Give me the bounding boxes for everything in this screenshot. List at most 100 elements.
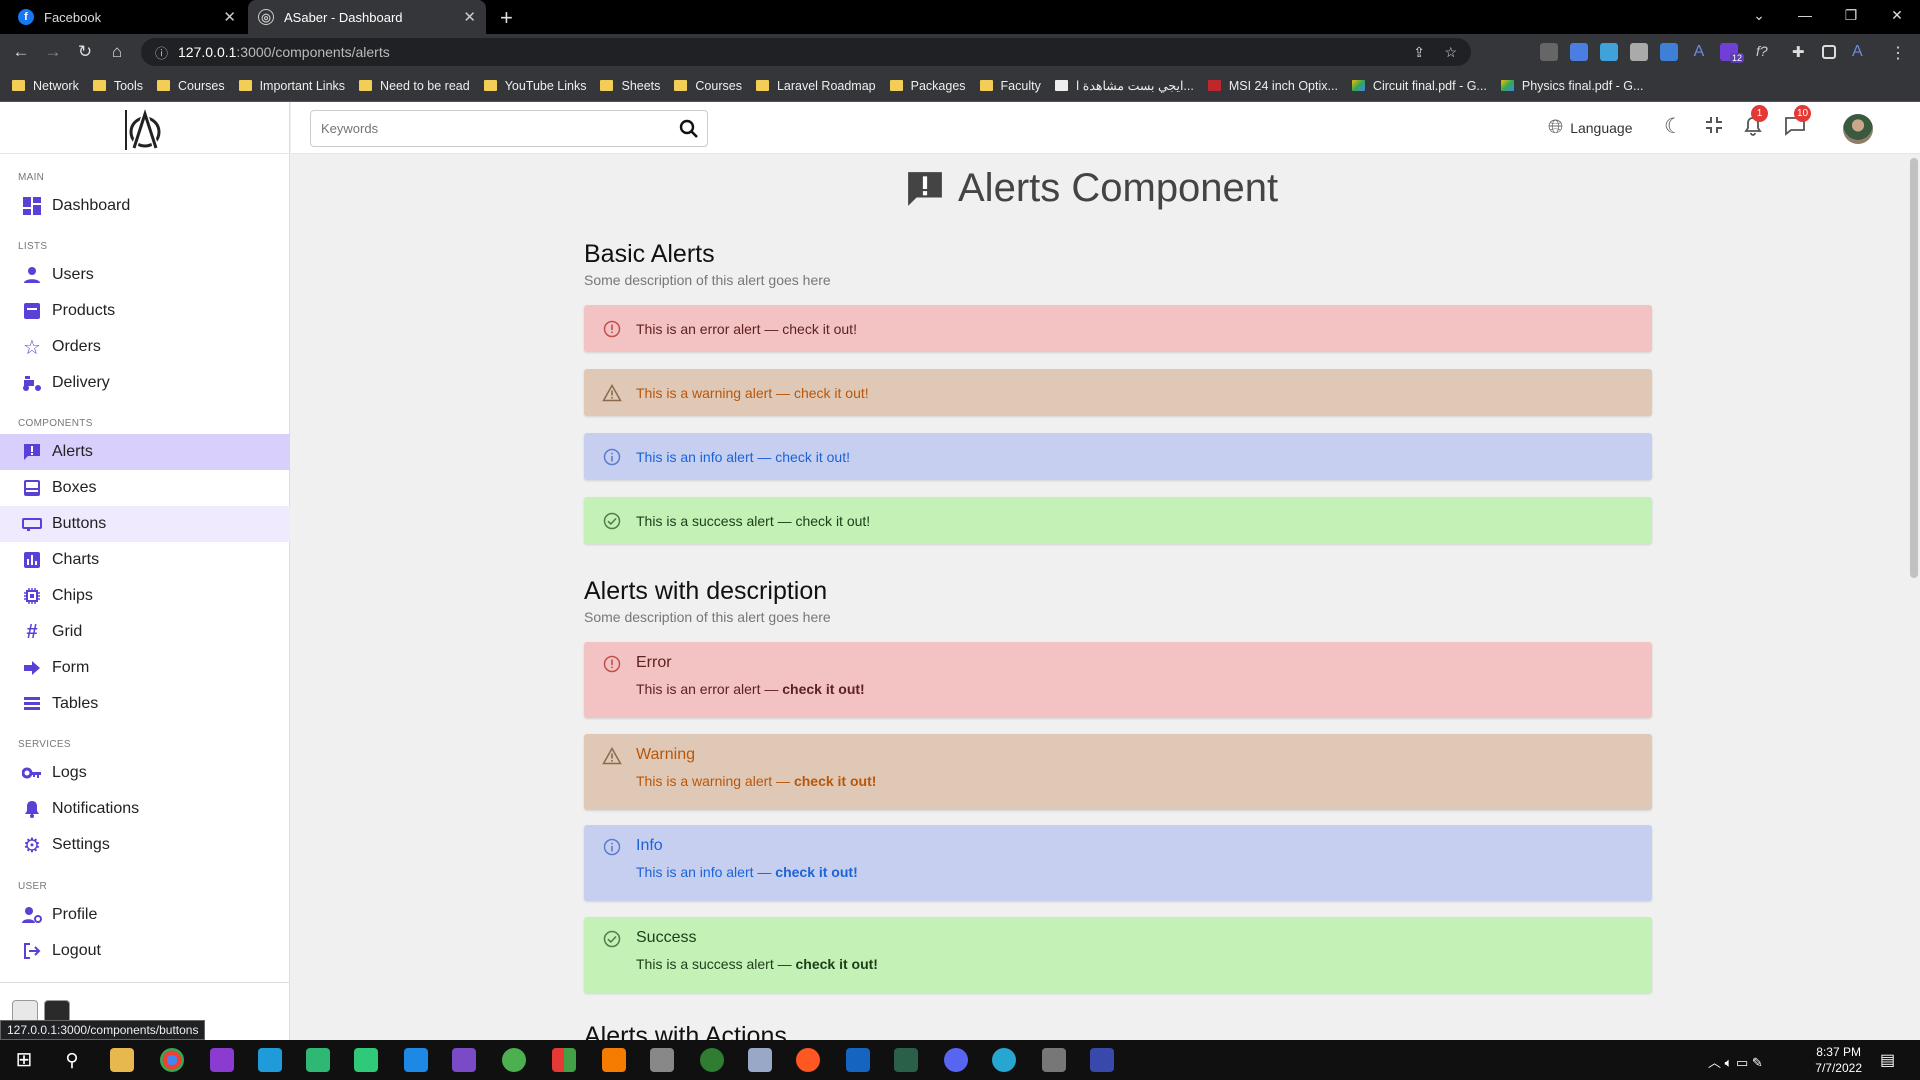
menu-icon[interactable]: ⋮ — [1890, 43, 1908, 62]
tab-facebook[interactable]: f Facebook ✕ — [8, 0, 246, 34]
bookmark-folder[interactable]: Courses — [674, 79, 742, 93]
sidebar-item-profile[interactable]: Profile — [0, 897, 290, 933]
font-icon[interactable]: A — [1690, 43, 1708, 61]
bookmark-star-icon[interactable]: ☆ — [1444, 44, 1457, 61]
webstorm-icon[interactable] — [258, 1048, 282, 1072]
bookmark-folder[interactable]: Faculty — [979, 79, 1041, 93]
chrome-icon[interactable] — [160, 1048, 184, 1072]
scrollbar[interactable] — [1908, 154, 1920, 1040]
sidebar-item-chips[interactable]: Chips — [0, 578, 290, 614]
forward-icon[interactable]: → — [42, 42, 64, 62]
language-button[interactable]: 🌐︎ Language — [1548, 117, 1633, 139]
bookmark-folder[interactable]: Network — [12, 79, 79, 93]
restore-button[interactable]: ❐ — [1828, 0, 1874, 30]
formula-icon[interactable]: f? — [1756, 43, 1774, 61]
sidebar-item-logout[interactable]: Logout — [0, 933, 290, 969]
reload-icon[interactable]: ↻ — [74, 42, 96, 62]
soundcloud-icon[interactable] — [796, 1048, 820, 1072]
vscode-icon[interactable] — [404, 1048, 428, 1072]
folder-icon — [889, 80, 903, 91]
extension-icon[interactable] — [1660, 43, 1678, 61]
bookmark-folder[interactable]: Sheets — [600, 79, 660, 93]
bookmark-link[interactable]: MSI 24 inch Optix... — [1207, 79, 1338, 93]
nox-icon[interactable] — [1090, 1048, 1114, 1072]
folder-icon — [12, 80, 25, 91]
dark-mode-icon[interactable]: ☾ — [1664, 114, 1683, 139]
share-icon[interactable]: ⇪ — [1413, 44, 1425, 61]
app-icon[interactable] — [552, 1048, 576, 1072]
logo-icon[interactable] — [124, 108, 164, 152]
bookmark-folder[interactable]: Tools — [92, 79, 143, 93]
file-explorer-icon[interactable] — [110, 1048, 134, 1072]
close-icon[interactable]: ✕ — [463, 8, 476, 26]
phpstorm-icon[interactable] — [210, 1048, 234, 1072]
sidebar-item-dashboard[interactable]: Dashboard — [0, 188, 290, 224]
sidepanel-icon[interactable] — [1822, 45, 1836, 59]
new-tab-button[interactable]: + — [500, 5, 513, 31]
bookmark-folder[interactable]: Packages — [889, 79, 966, 93]
bookmark-link[interactable]: Circuit final.pdf - G... — [1351, 79, 1487, 93]
sidebar-item-charts[interactable]: Charts — [0, 542, 290, 578]
bookmark-folder[interactable]: Courses — [157, 79, 225, 93]
extension-icon[interactable] — [1540, 43, 1558, 61]
app-icon[interactable] — [992, 1048, 1016, 1072]
app-icon[interactable] — [650, 1048, 674, 1072]
puzzle-icon[interactable]: ✚ — [1792, 43, 1810, 61]
search-icon[interactable]: ⚲ — [60, 1048, 84, 1072]
sidebar-item-delivery[interactable]: Delivery — [0, 365, 290, 401]
minimize-button[interactable]: — — [1782, 0, 1828, 30]
tab-dashboard[interactable]: ◎ ASaber - Dashboard ✕ — [248, 0, 486, 34]
search-input[interactable] — [321, 121, 661, 136]
app-icon[interactable] — [748, 1048, 772, 1072]
bookmark-folder[interactable]: Laravel Roadmap — [755, 79, 876, 93]
discord-icon[interactable] — [944, 1048, 968, 1072]
folder-icon — [674, 80, 688, 91]
search-box — [310, 110, 708, 147]
clion-icon[interactable] — [354, 1048, 378, 1072]
exit-fullscreen-icon[interactable] — [1705, 116, 1723, 139]
extension-icon[interactable] — [1630, 43, 1648, 61]
sidebar-item-logs[interactable]: Logs — [0, 755, 290, 791]
bookmark-link[interactable]: Physics final.pdf - G... — [1500, 79, 1643, 93]
close-window-button[interactable]: ✕ — [1874, 0, 1920, 30]
scrollbar-thumb[interactable] — [1910, 158, 1918, 578]
app-icon[interactable] — [700, 1048, 724, 1072]
tray-icons[interactable]: ︿ 🔈︎ ▭ ✎ — [1708, 1052, 1763, 1071]
app-icon[interactable] — [502, 1048, 526, 1072]
sidebar-item-users[interactable]: Users — [0, 257, 290, 293]
bookmark-folder[interactable]: YouTube Links — [483, 79, 586, 93]
bookmark-folder[interactable]: Important Links — [238, 79, 345, 93]
avatar[interactable] — [1843, 114, 1873, 144]
sidebar-item-alerts[interactable]: Alerts — [0, 434, 290, 470]
sidebar-item-buttons[interactable]: Buttons — [0, 506, 290, 542]
info-icon[interactable]: ⓘ — [155, 43, 168, 62]
sidebar-item-notifications[interactable]: Notifications — [0, 791, 290, 827]
bookmark-folder[interactable]: Need to be read — [359, 79, 470, 93]
address-bar[interactable]: ⓘ 127.0.0.1:3000/components/alerts ⇪ ☆ — [141, 38, 1471, 66]
back-icon[interactable]: ← — [10, 42, 32, 62]
sidebar-item-grid[interactable]: # Grid — [0, 614, 290, 650]
extension-icon[interactable] — [1600, 43, 1618, 61]
sidebar-item-products[interactable]: Products — [0, 293, 290, 329]
sidebar-item-form[interactable]: Form — [0, 650, 290, 686]
xampp-icon[interactable] — [602, 1048, 626, 1072]
profile-icon[interactable]: A — [1852, 43, 1870, 61]
sidebar-item-tables[interactable]: Tables — [0, 686, 290, 722]
search-icon[interactable] — [679, 119, 699, 139]
translate-icon[interactable] — [1570, 43, 1588, 61]
visual-studio-icon[interactable] — [452, 1048, 476, 1072]
action-center-icon[interactable]: ▤ — [1880, 1050, 1895, 1070]
close-icon[interactable]: ✕ — [223, 8, 236, 26]
clock[interactable]: 8:37 PM 7/7/2022 — [1815, 1044, 1862, 1076]
pycharm-icon[interactable] — [306, 1048, 330, 1072]
app-icon[interactable] — [1042, 1048, 1066, 1072]
tab-search-icon[interactable]: ⌄ — [1736, 0, 1782, 30]
word-icon[interactable] — [846, 1048, 870, 1072]
sidebar-item-orders[interactable]: ☆ Orders — [0, 329, 290, 365]
home-icon[interactable]: ⌂ — [106, 42, 128, 62]
windows-start-icon[interactable]: ⊞ — [12, 1048, 36, 1072]
app-icon[interactable] — [894, 1048, 918, 1072]
sidebar-item-boxes[interactable]: Boxes — [0, 470, 290, 506]
bookmark-link[interactable]: ايجي بست مشاهدة ا... — [1054, 78, 1194, 93]
sidebar-item-settings[interactable]: ⚙ Settings — [0, 827, 290, 863]
